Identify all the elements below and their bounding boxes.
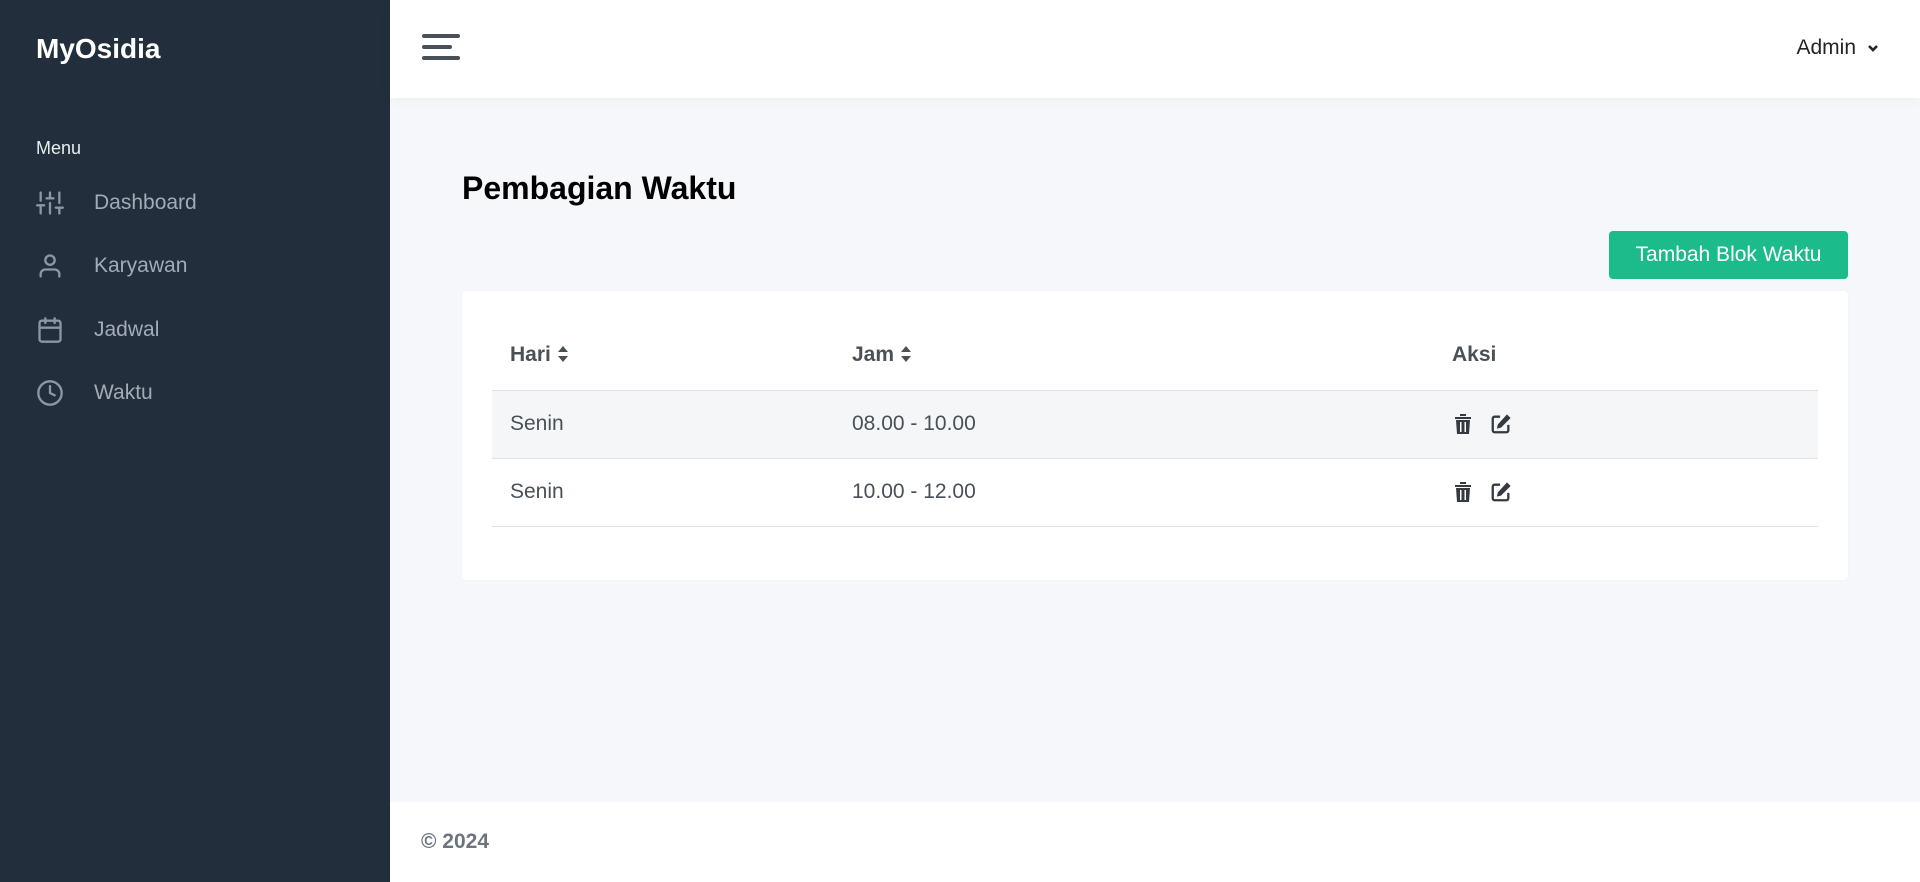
user-icon	[36, 246, 76, 286]
sidebar-item-label: Karyawan	[94, 254, 188, 277]
sidebar: MyOsidia Menu Dashboard Karyawan Jadwal …	[0, 0, 390, 882]
sliders-icon	[36, 183, 76, 223]
sidebar-item-label: Waktu	[94, 381, 153, 404]
cell-hari: Senin	[492, 390, 834, 459]
sort-icon	[900, 345, 912, 363]
cell-jam: 10.00 - 12.00	[834, 458, 1434, 527]
row-actions	[1452, 412, 1800, 436]
time-block-card: Hari Jam Aksi Senin 08.00 - 10.00 Senin …	[462, 291, 1848, 580]
brand-logo[interactable]: MyOsidia	[36, 33, 160, 65]
top-navbar: Admin	[390, 0, 1920, 98]
user-menu-dropdown[interactable]: Admin	[1796, 36, 1880, 60]
hamburger-line	[422, 45, 452, 49]
edit-icon[interactable]	[1490, 412, 1512, 436]
app-root: MyOsidia Menu Dashboard Karyawan Jadwal …	[0, 0, 1920, 882]
footer: © 2024	[390, 802, 1920, 882]
sidebar-toggle-button[interactable]	[422, 32, 460, 62]
cell-aksi	[1434, 458, 1818, 527]
cell-jam: 08.00 - 10.00	[834, 390, 1434, 459]
sidebar-item-karyawan[interactable]: Karyawan	[36, 246, 366, 286]
cell-aksi	[1434, 390, 1818, 459]
time-block-table: Hari Jam Aksi Senin 08.00 - 10.00 Senin …	[492, 321, 1818, 527]
hamburger-line	[422, 56, 460, 60]
edit-icon[interactable]	[1490, 480, 1512, 504]
menu-heading: Menu	[36, 138, 82, 158]
clock-icon	[36, 373, 76, 413]
chevron-down-icon	[1866, 41, 1880, 55]
column-header-label: Aksi	[1452, 343, 1497, 367]
calendar-icon	[36, 310, 76, 350]
sort-icon	[557, 345, 569, 363]
trash-icon[interactable]	[1452, 412, 1474, 436]
table-header-row: Hari Jam Aksi	[492, 321, 1818, 391]
add-time-block-button[interactable]: Tambah Blok Waktu	[1609, 231, 1848, 279]
column-header-hari[interactable]: Hari	[492, 321, 834, 391]
sidebar-item-label: Dashboard	[94, 191, 197, 214]
page-title: Pembagian Waktu	[462, 170, 737, 206]
row-actions	[1452, 480, 1800, 504]
copyright-text: © 2024	[421, 830, 490, 853]
cell-hari: Senin	[492, 458, 834, 527]
table-row: Senin 10.00 - 12.00	[492, 458, 1818, 527]
sidebar-item-jadwal[interactable]: Jadwal	[36, 310, 366, 350]
column-header-label: Jam	[852, 343, 895, 367]
sidebar-item-waktu[interactable]: Waktu	[36, 373, 366, 413]
sidebar-item-label: Jadwal	[94, 318, 160, 341]
column-header-label: Hari	[510, 343, 551, 367]
column-header-aksi: Aksi	[1434, 321, 1818, 391]
column-header-jam[interactable]: Jam	[834, 321, 1434, 391]
table-row: Senin 08.00 - 10.00	[492, 390, 1818, 459]
sidebar-item-dashboard[interactable]: Dashboard	[36, 183, 366, 223]
hamburger-line	[422, 34, 460, 38]
trash-icon[interactable]	[1452, 480, 1474, 504]
user-name: Admin	[1796, 36, 1856, 59]
